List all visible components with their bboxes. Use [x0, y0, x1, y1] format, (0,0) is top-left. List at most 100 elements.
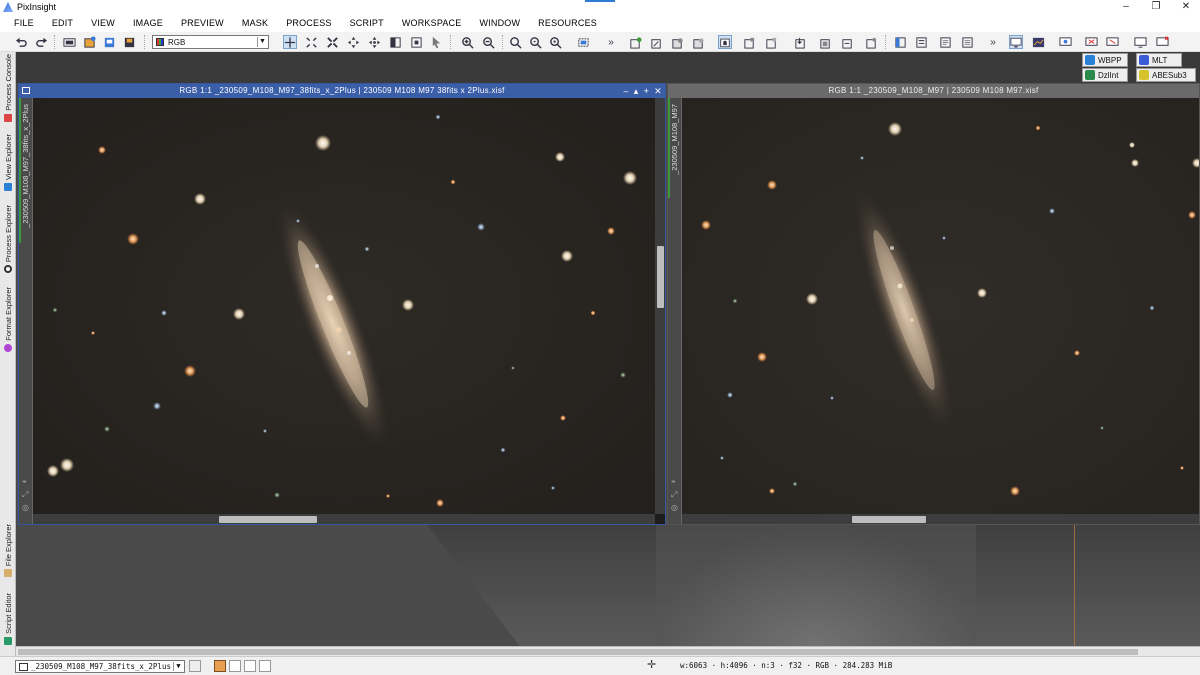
horizontal-scrollbar[interactable]	[682, 514, 1199, 524]
window-maximize-button[interactable]: +	[644, 84, 650, 98]
chevron-down-icon[interactable]: ▼	[257, 37, 267, 47]
readout-mode-icon[interactable]	[283, 35, 297, 49]
zoom-1-1-icon[interactable]	[508, 35, 522, 49]
menu-window[interactable]: WINDOW	[470, 14, 529, 32]
image-window-titlebar[interactable]: RGB 1:1 _230509_M108_M97_38fits_x_2Plus …	[19, 84, 665, 98]
new-image-icon[interactable]	[82, 35, 96, 49]
image-view-tab[interactable]: _230509_M108_M97 ⌖ ⤢ ◎	[668, 98, 682, 524]
window-menu-icon[interactable]	[22, 87, 30, 94]
channel-rgb-icon[interactable]	[214, 660, 226, 672]
side-tab-process-explorer[interactable]: Process Explorer	[0, 205, 16, 274]
workspace-horizontal-scrollbar[interactable]	[16, 646, 1200, 656]
mask-enable-icon[interactable]	[718, 35, 732, 49]
channel-blue-icon[interactable]	[259, 660, 271, 672]
channel-green-icon[interactable]	[244, 660, 256, 672]
stf-icon[interactable]	[1031, 35, 1045, 49]
pointer-icon[interactable]	[429, 35, 443, 49]
display-reset-icon[interactable]	[1084, 35, 1098, 49]
zoom-out-icon[interactable]	[481, 35, 495, 49]
channel-red-icon[interactable]	[229, 660, 241, 672]
side-tab-process-console[interactable]: Process Console	[0, 54, 16, 122]
minimize-window-button[interactable]: –	[1112, 0, 1140, 14]
lock-icon[interactable]: ◎	[22, 503, 29, 512]
process-icon-wbpp[interactable]: WBPP	[1082, 53, 1128, 67]
workspace[interactable]: RGB 1:1 _230509_M108_M97_38fits_x_2Plus …	[16, 83, 1200, 646]
side-tab-script-editor[interactable]: Script Editor	[0, 593, 16, 645]
pan-mode-icon[interactable]	[346, 35, 360, 49]
image-window-titlebar[interactable]: RGB 1:1 _230509_M108_M97 | 230509 M108 M…	[668, 84, 1199, 98]
horizontal-scrollbar[interactable]	[33, 514, 655, 524]
chevron-down-icon[interactable]: ▼	[173, 662, 183, 671]
menu-workspace[interactable]: WORKSPACE	[393, 14, 471, 32]
layout-cascade-icon[interactable]	[914, 35, 928, 49]
image-canvas[interactable]	[33, 98, 655, 514]
zoom-fit-icon[interactable]	[528, 35, 542, 49]
center-view-icon[interactable]	[367, 35, 381, 49]
zoom-to-fit-icon[interactable]	[304, 35, 318, 49]
vertical-scrollbar[interactable]	[655, 98, 665, 514]
screen-transfer-icon[interactable]	[576, 35, 590, 49]
preview-delete-icon[interactable]	[764, 35, 778, 49]
fit-view-icon[interactable]	[325, 35, 339, 49]
open-image-icon[interactable]	[102, 35, 116, 49]
explorer-window-icon[interactable]	[62, 35, 76, 49]
process-icon-mlt[interactable]: MLT	[1136, 53, 1182, 67]
current-view-select[interactable]: _230509_M108_M97_38fits_x_2Plus ▼	[15, 660, 185, 673]
menu-view[interactable]: VIEW	[82, 14, 124, 32]
menu-script[interactable]: SCRIPT	[341, 14, 393, 32]
maximize-window-button[interactable]: ❐	[1142, 0, 1170, 14]
document-list-icon[interactable]	[938, 35, 952, 49]
display-link-icon[interactable]	[1133, 35, 1147, 49]
undo-icon[interactable]	[14, 35, 28, 49]
close-window-button[interactable]: ✕	[1172, 0, 1200, 14]
workspace-scroll-thumb[interactable]	[18, 649, 1138, 655]
document-properties-icon[interactable]	[960, 35, 974, 49]
preview-restore-icon[interactable]	[818, 35, 832, 49]
zoom-optimal-icon[interactable]	[548, 35, 562, 49]
menu-process[interactable]: PROCESS	[277, 14, 340, 32]
preview-undo-icon[interactable]	[864, 35, 878, 49]
monitor-icon[interactable]	[1009, 35, 1023, 49]
redo-icon[interactable]	[34, 35, 48, 49]
pin-icon[interactable]: ⌖	[671, 477, 678, 487]
save-image-icon[interactable]	[122, 35, 136, 49]
menu-edit[interactable]: EDIT	[43, 14, 82, 32]
mask-create-icon[interactable]	[628, 35, 642, 49]
side-tab-view-explorer[interactable]: View Explorer	[0, 134, 16, 192]
preview-swap-icon[interactable]	[840, 35, 854, 49]
window-close-button[interactable]: ✕	[654, 84, 662, 98]
toolbar-overflow[interactable]: »	[986, 35, 1000, 49]
vertical-scroll-thumb[interactable]	[657, 246, 664, 308]
mask-invert-icon[interactable]	[649, 35, 663, 49]
link-icon[interactable]: ⤢	[671, 490, 678, 500]
image-canvas[interactable]	[682, 98, 1199, 514]
image-window-inactive[interactable]: RGB 1:1 _230509_M108_M97 | 230509 M108 M…	[667, 83, 1200, 525]
link-icon[interactable]: ⤢	[22, 490, 29, 500]
process-icon-abesub3[interactable]: ABESub3	[1136, 68, 1196, 82]
image-view-tab[interactable]: _230509_M108_M97_38fits_x_2Plus ⌖ ⤢ ◎	[19, 98, 33, 524]
menu-file[interactable]: FILE	[0, 14, 43, 32]
view-mode-icon[interactable]	[189, 660, 201, 672]
toolbar-overflow[interactable]: »	[604, 35, 618, 49]
lock-icon[interactable]: ◎	[671, 503, 678, 512]
mask-show-icon[interactable]	[670, 35, 684, 49]
layout-tile-icon[interactable]	[893, 35, 907, 49]
menu-preview[interactable]: PREVIEW	[172, 14, 233, 32]
process-icon-dzlint[interactable]: DzlInt	[1082, 68, 1128, 82]
menu-mask[interactable]: MASK	[233, 14, 277, 32]
preview-mode-icon[interactable]	[409, 35, 423, 49]
mask-remove-icon[interactable]	[691, 35, 705, 49]
menu-image[interactable]: IMAGE	[124, 14, 172, 32]
zoom-in-icon[interactable]	[460, 35, 474, 49]
display-target-icon[interactable]	[1058, 35, 1072, 49]
side-tab-file-explorer[interactable]: File Explorer	[0, 524, 16, 578]
view-mode-select[interactable]: RGB ▼	[152, 35, 269, 49]
horizontal-scroll-thumb[interactable]	[219, 516, 317, 523]
horizontal-scroll-thumb[interactable]	[852, 516, 926, 523]
preview-store-icon[interactable]	[793, 35, 807, 49]
side-tab-format-explorer[interactable]: Format Explorer	[0, 287, 16, 352]
window-shade-button[interactable]: ▴	[634, 84, 639, 98]
preview-new-icon[interactable]	[742, 35, 756, 49]
display-clear-icon[interactable]	[1105, 35, 1119, 49]
pin-icon[interactable]: ⌖	[22, 477, 29, 487]
